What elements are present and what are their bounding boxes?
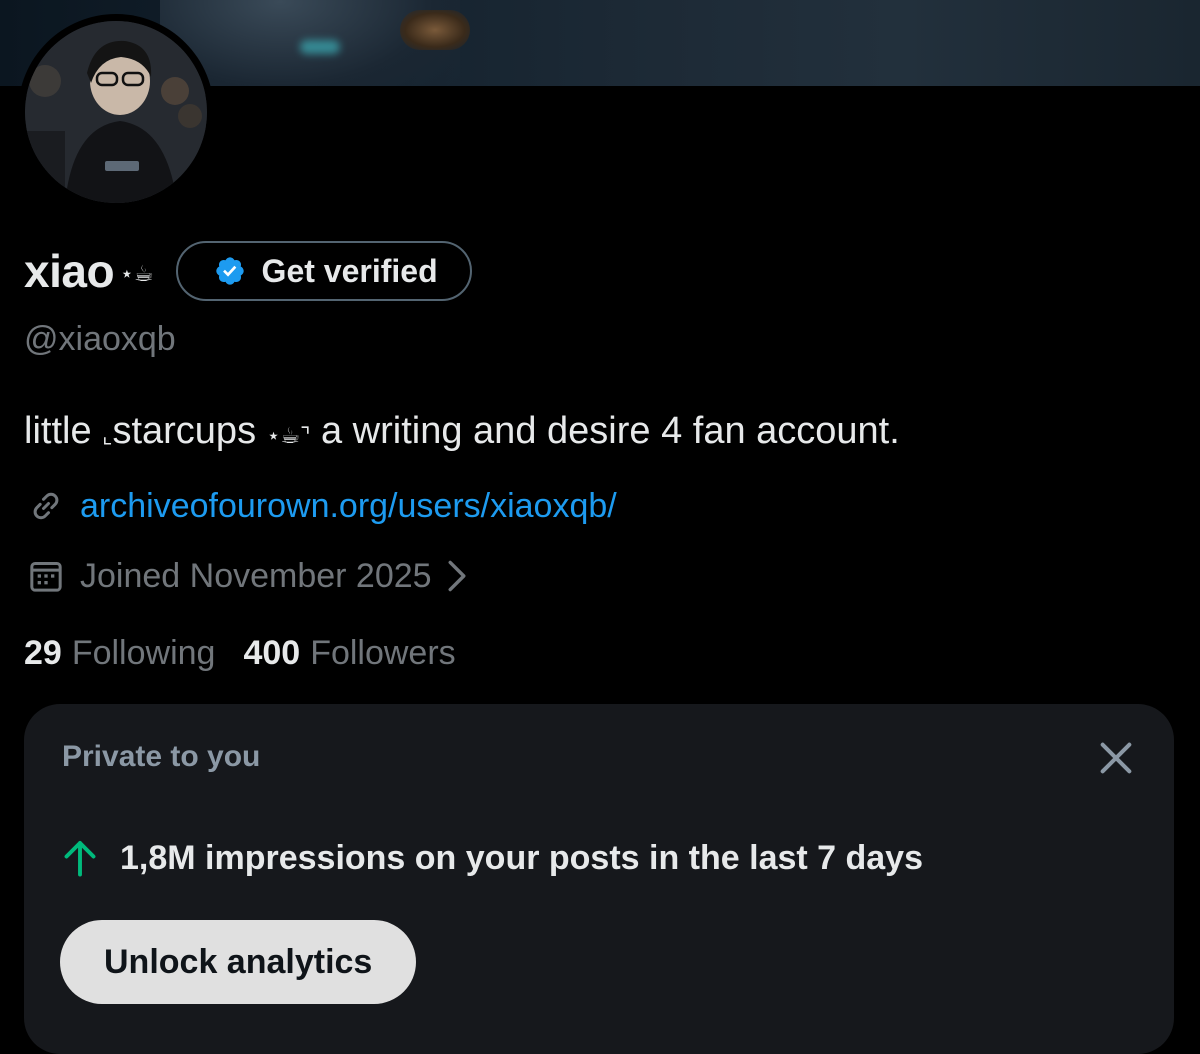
avatar[interactable] [25,21,207,203]
following-count: 29 [24,634,62,672]
avatar-photo [25,21,207,203]
card-title: Private to you [62,740,261,773]
get-verified-label: Get verified [261,252,438,289]
get-verified-button[interactable]: Get verified [175,241,472,301]
display-name: xiao [24,245,115,297]
close-icon[interactable] [1096,738,1136,778]
joined-date: Joined November 2025 [80,556,432,595]
bio-text-1: little [24,410,103,452]
avatar-ring [18,14,214,210]
bio-text-3: a writing and desire 4 fan account. [310,410,900,452]
bio-emoji: ⋆☕︎ [266,424,301,449]
banner-glow [300,40,340,54]
impressions-text: 1,8M impressions on your posts in the la… [120,838,924,877]
name-emoji: ⋆☕︎ [120,261,154,287]
impressions-row: 1,8M impressions on your posts in the la… [62,838,923,878]
followers-label: Followers [310,634,456,672]
calendar-icon [30,562,62,592]
bio-corner-open: ⌞ [102,424,113,449]
followers-count: 400 [243,634,301,672]
unlock-analytics-button[interactable]: Unlock analytics [60,920,417,1004]
bio-text-2: starcups [112,410,267,452]
name-row: xiao ⋆☕︎ Get verified [24,238,472,304]
following-label: Following [71,634,216,672]
profile-link-row: archiveofourown.org/users/xiaoxqb/ [26,486,617,526]
link-icon [33,492,59,520]
analytics-card: Private to you 1,8M impressions on your … [24,704,1174,1054]
arrow-up-icon [64,841,96,877]
chevron-right-icon [448,560,466,592]
profile-bio: little ⌞starcups ⋆☕︎⌝ a writing and desi… [24,410,900,453]
unlock-analytics-label: Unlock analytics [104,942,373,981]
followers-link[interactable]: 400 Followers [243,634,455,673]
follow-stats: 29 Following 400 Followers [24,634,456,673]
following-link[interactable]: 29 Following [24,634,215,673]
profile-handle: @xiaoxqb [24,320,176,358]
verified-badge-icon [215,257,244,285]
profile-website-link[interactable]: archiveofourown.org/users/xiaoxqb/ [80,487,617,526]
joined-row[interactable]: Joined November 2025 [26,556,468,596]
banner-ring-highlight [400,10,470,50]
bio-corner-close: ⌝ [300,424,311,449]
